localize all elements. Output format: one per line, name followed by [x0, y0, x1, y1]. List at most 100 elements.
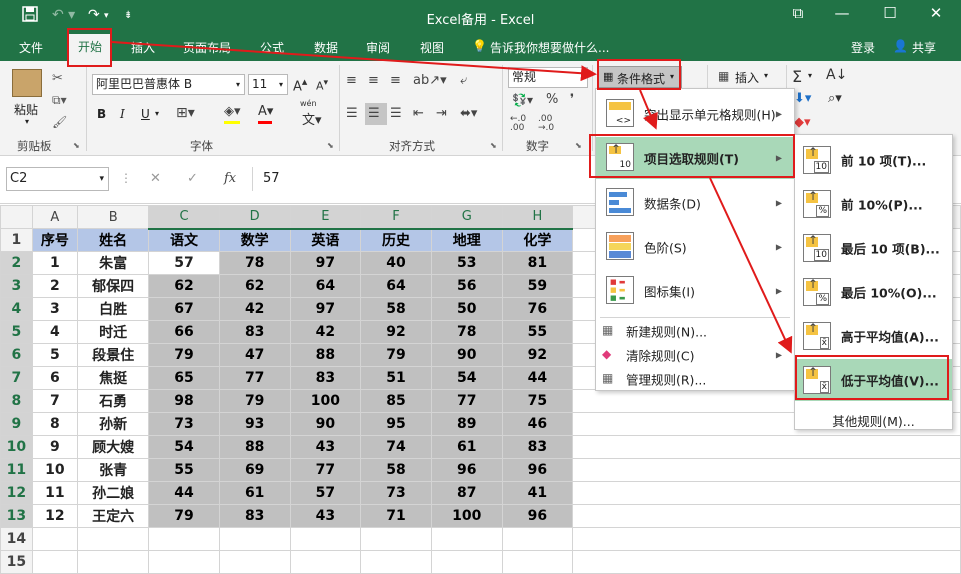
alignment-launcher-icon[interactable]: ⬊	[490, 141, 497, 150]
score-cell[interactable]: 73	[360, 481, 432, 505]
score-cell[interactable]: 88	[218, 435, 291, 459]
submenu-top-10-items[interactable]: ↑ 10 前 10 项(T)...	[795, 139, 952, 181]
decrease-decimal-icon[interactable]: .00 →.0	[538, 115, 554, 133]
score-cell[interactable]: 73	[148, 412, 220, 436]
score-cell[interactable]: 43	[289, 435, 362, 459]
score-cell[interactable]: 79	[148, 504, 220, 528]
align-center-icon[interactable]: ☰	[368, 106, 380, 121]
ribbon-options-icon[interactable]: ⧉	[778, 4, 818, 22]
column-header[interactable]: F	[360, 205, 432, 230]
row-header[interactable]: 10	[0, 435, 33, 459]
data-cell[interactable]: 朱富	[77, 251, 150, 275]
data-cell[interactable]: 白胜	[77, 297, 150, 321]
empty-cell[interactable]	[430, 550, 503, 574]
header-cell[interactable]: 化学	[501, 228, 574, 252]
data-cell[interactable]: 段景住	[77, 343, 150, 367]
row-header[interactable]: 14	[0, 527, 33, 551]
score-cell[interactable]: 83	[501, 435, 574, 459]
empty-cell[interactable]	[148, 550, 220, 574]
italic-button[interactable]: I	[120, 107, 125, 121]
select-all-corner[interactable]	[0, 205, 33, 229]
cancel-icon[interactable]: ✕	[150, 171, 161, 186]
menu-new-rule[interactable]: ▦ 新建规则(N)...	[596, 319, 794, 343]
score-cell[interactable]: 93	[218, 412, 291, 436]
data-cell[interactable]: 石勇	[77, 389, 150, 413]
score-cell[interactable]: 76	[501, 297, 574, 321]
score-cell[interactable]: 59	[501, 274, 574, 298]
data-cell[interactable]: 张青	[77, 458, 150, 482]
score-cell[interactable]: 62	[148, 274, 220, 298]
data-cell[interactable]: 11	[31, 481, 79, 505]
score-cell[interactable]: 77	[430, 389, 503, 413]
header-cell[interactable]: 语文	[148, 228, 220, 252]
tab-review[interactable]: 审阅	[366, 39, 390, 56]
score-cell[interactable]: 71	[360, 504, 432, 528]
paste-icon[interactable]	[12, 69, 42, 97]
close-icon[interactable]: ✕	[916, 4, 956, 22]
empty-cell[interactable]	[501, 527, 574, 551]
decrease-indent-icon[interactable]: ⇤	[413, 106, 424, 121]
score-cell[interactable]: 98	[148, 389, 220, 413]
align-left-icon[interactable]: ☰	[346, 106, 358, 121]
empty-cell[interactable]	[289, 527, 362, 551]
tab-view[interactable]: 视图	[420, 39, 444, 56]
score-cell[interactable]: 42	[289, 320, 362, 344]
header-cell[interactable]: 历史	[360, 228, 432, 252]
score-cell[interactable]: 97	[289, 251, 362, 275]
share-button[interactable]: 共享	[912, 39, 936, 56]
score-cell[interactable]: 74	[360, 435, 432, 459]
data-cell[interactable]: 1	[31, 251, 79, 275]
score-cell[interactable]: 55	[148, 458, 220, 482]
score-cell[interactable]: 100	[289, 389, 362, 413]
data-cell[interactable]: 5	[31, 343, 79, 367]
empty-cell[interactable]	[572, 550, 961, 574]
font-launcher-icon[interactable]: ⬊	[327, 141, 334, 150]
header-cell[interactable]: 序号	[31, 228, 79, 252]
score-cell[interactable]: 61	[430, 435, 503, 459]
row-header[interactable]: 4	[0, 297, 33, 321]
empty-cell[interactable]	[572, 458, 961, 482]
row-header[interactable]: 15	[0, 550, 33, 574]
score-cell[interactable]: 41	[501, 481, 574, 505]
autosum-dropdown-icon[interactable]: ▾	[808, 71, 812, 80]
column-header[interactable]: C	[148, 205, 220, 230]
score-cell[interactable]: 40	[360, 251, 432, 275]
score-cell[interactable]: 67	[148, 297, 220, 321]
score-cell[interactable]: 44	[501, 366, 574, 390]
score-cell[interactable]: 43	[289, 504, 362, 528]
row-header[interactable]: 9	[0, 412, 33, 436]
row-header[interactable]: 5	[0, 320, 33, 344]
score-cell[interactable]: 47	[218, 343, 291, 367]
submenu-bottom-10-items[interactable]: ↑ 10 最后 10 项(B)...	[795, 227, 952, 269]
tab-page-layout[interactable]: 页面布局	[183, 39, 231, 56]
tab-insert[interactable]: 插入	[131, 39, 155, 56]
orientation-icon[interactable]: ab↗▾	[413, 73, 447, 88]
data-cell[interactable]: 6	[31, 366, 79, 390]
data-cell[interactable]: 顾大嫂	[77, 435, 150, 459]
header-cell[interactable]: 地理	[430, 228, 503, 252]
score-cell[interactable]: 78	[430, 320, 503, 344]
maximize-icon[interactable]: ☐	[870, 4, 910, 22]
copy-icon[interactable]: ⧉▾	[52, 93, 67, 108]
minimize-icon[interactable]: —	[822, 4, 862, 22]
underline-button[interactable]: U	[141, 107, 150, 121]
merge-center-icon[interactable]: ⬌▾	[460, 106, 477, 121]
score-cell[interactable]: 79	[360, 343, 432, 367]
number-format-select[interactable]: 常规	[508, 67, 588, 88]
score-cell[interactable]: 55	[501, 320, 574, 344]
score-cell[interactable]: 64	[289, 274, 362, 298]
score-cell[interactable]: 83	[218, 504, 291, 528]
score-cell[interactable]: 78	[218, 251, 291, 275]
data-cell[interactable]: 时迁	[77, 320, 150, 344]
score-cell[interactable]: 50	[430, 297, 503, 321]
score-cell[interactable]: 97	[289, 297, 362, 321]
score-cell[interactable]: 89	[430, 412, 503, 436]
row-header[interactable]: 2	[0, 251, 33, 275]
data-cell[interactable]: 12	[31, 504, 79, 528]
empty-cell[interactable]	[289, 550, 362, 574]
empty-cell[interactable]	[430, 527, 503, 551]
tab-formulas[interactable]: 公式	[260, 39, 284, 56]
header-cell[interactable]: 姓名	[77, 228, 150, 252]
score-cell[interactable]: 90	[430, 343, 503, 367]
empty-cell[interactable]	[572, 481, 961, 505]
